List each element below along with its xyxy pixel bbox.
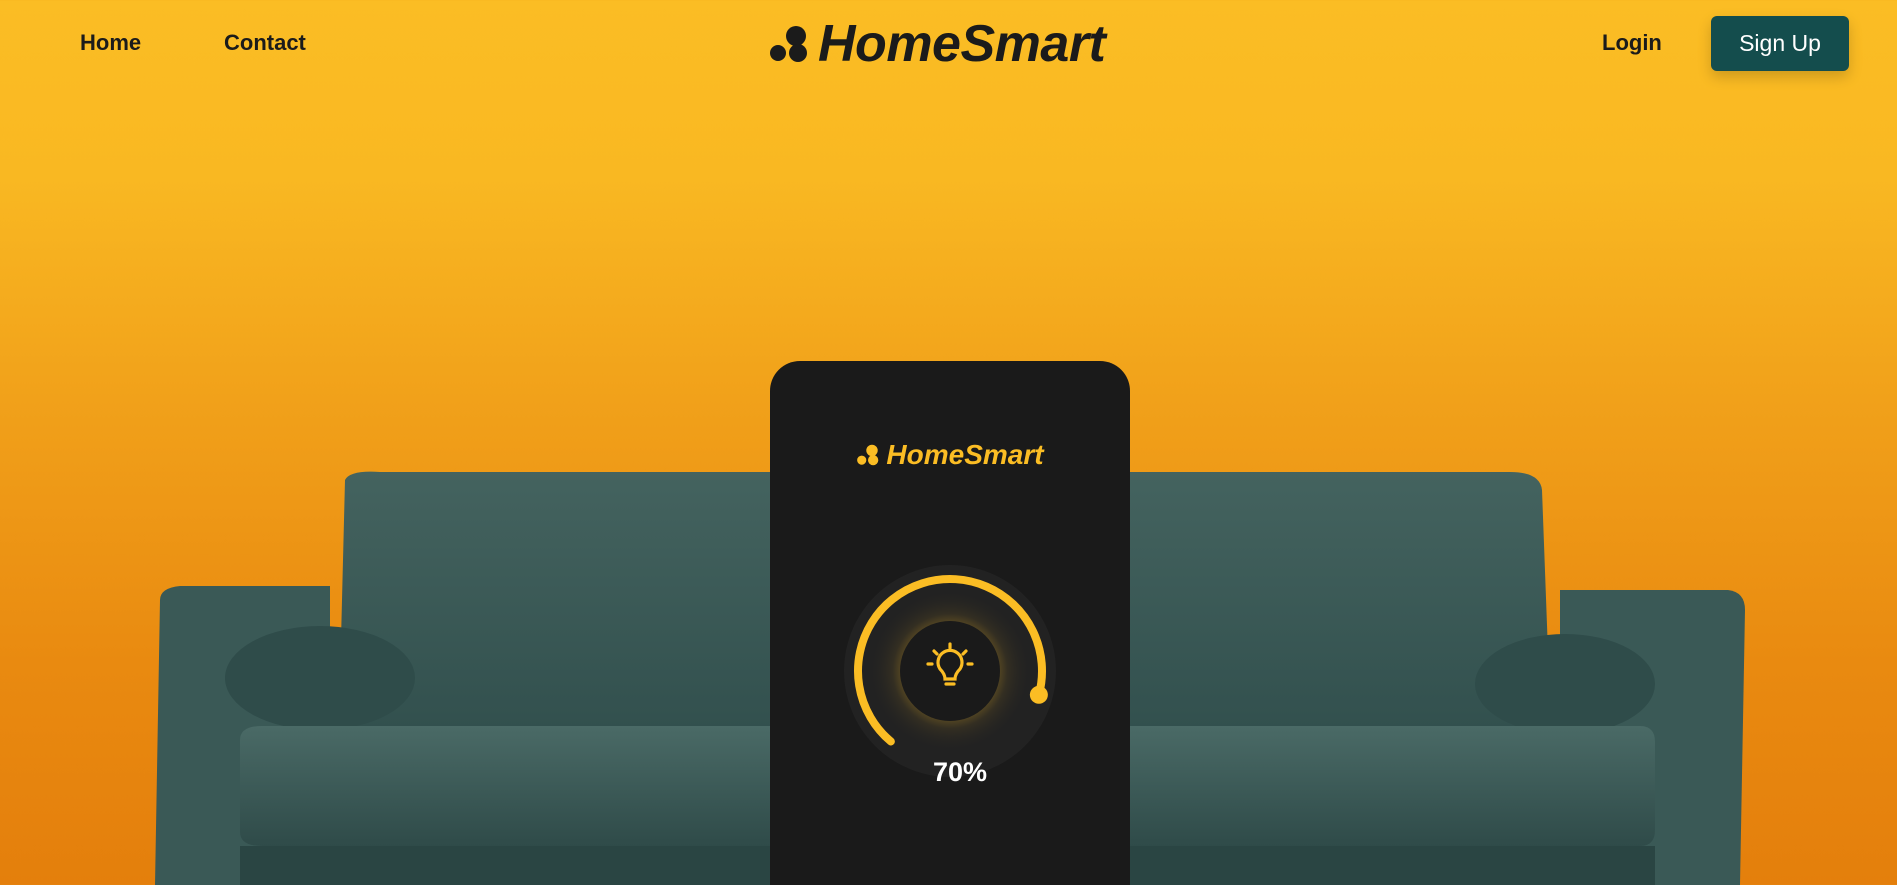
dial-center[interactable] [900,621,1000,721]
three-dots-logo-icon [857,444,879,466]
brand-name: HomeSmart [818,15,1106,73]
nav-home-link[interactable]: Home [80,30,141,56]
dial-knob[interactable] [1029,685,1048,704]
login-link[interactable]: Login [1602,30,1662,56]
top-navigation: Home Contact HomeSmart Login Sign Up [0,0,1897,88]
sign-up-button[interactable]: Sign Up [1711,16,1849,71]
app-brand-logo: HomeSmart [770,439,1130,471]
brightness-value: 70% [932,757,988,787]
brand-logo[interactable]: HomeSmart [768,12,1106,76]
smart-home-app-card: HomeSmart 70% [770,361,1130,885]
three-dots-logo-icon [770,26,807,62]
nav-contact-link[interactable]: Contact [224,30,306,56]
brightness-dial[interactable] [840,561,1060,781]
app-brand-name: HomeSmart [886,439,1044,470]
